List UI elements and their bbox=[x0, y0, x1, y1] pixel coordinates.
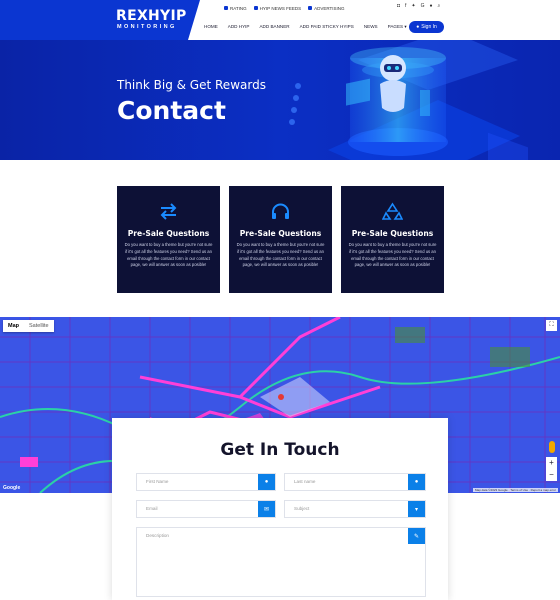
advertising-link[interactable]: ADVERTISING bbox=[308, 5, 345, 11]
last-name-field[interactable]: Last name ● bbox=[284, 473, 426, 491]
nav-pages[interactable]: PAGES ▾ bbox=[388, 24, 407, 30]
tab-map[interactable]: Map bbox=[3, 320, 24, 332]
news-feeds-label: HYIP NEWS FEEDS bbox=[259, 5, 302, 11]
headphones-icon bbox=[272, 203, 289, 219]
tab-satellite[interactable]: Satellite bbox=[24, 320, 54, 332]
recycle-icon bbox=[382, 202, 403, 220]
rating-label: RATING bbox=[230, 5, 247, 11]
nav-add-hyip[interactable]: ADD HYIP bbox=[228, 24, 250, 30]
envelope-icon: ✉ bbox=[258, 501, 275, 517]
instagram-icon[interactable]: ◘ bbox=[397, 3, 400, 9]
hero-title: Contact bbox=[117, 96, 226, 125]
info-card: Pre-Sale Questions Do you want to buy a … bbox=[229, 186, 332, 293]
card-text: Do you want to buy a theme but you're no… bbox=[124, 242, 213, 268]
info-card: Pre-Sale Questions Do you want to buy a … bbox=[341, 186, 444, 293]
social-icons: ◘ f ✦ G ● ⌕ bbox=[397, 3, 440, 9]
email-field[interactable]: Email ✉ bbox=[136, 500, 276, 518]
first-name-field[interactable]: First Name ● bbox=[136, 473, 276, 491]
logo[interactable]: REXHYIP MONITORING bbox=[0, 0, 200, 40]
user-icon: ● bbox=[258, 474, 275, 490]
zoom-out-button[interactable]: − bbox=[546, 469, 557, 481]
main-nav: HOME ADD HYIP ADD BANNER ADD PAID STICKY… bbox=[204, 24, 407, 30]
logo-title: REXHYIP bbox=[116, 8, 187, 24]
subject-select[interactable]: Subject ▾ bbox=[284, 500, 426, 518]
user-icon[interactable]: ● bbox=[430, 3, 433, 9]
zoom-in-button[interactable]: + bbox=[546, 457, 557, 469]
chevron-down-icon: ▾ bbox=[408, 501, 425, 517]
site-header: REXHYIP MONITORING RATING HYIP NEWS FEED… bbox=[0, 0, 560, 40]
hero-banner: Think Big & Get Rewards Contact bbox=[0, 40, 560, 160]
arrows-swap-icon bbox=[160, 203, 177, 220]
card-title: Pre-Sale Questions bbox=[351, 229, 434, 238]
contact-form: Get In Touch First Name ● Last name ● Em… bbox=[112, 418, 448, 600]
description-textarea[interactable]: Description ✎ bbox=[136, 527, 426, 597]
nav-add-banner[interactable]: ADD BANNER bbox=[259, 24, 289, 30]
top-links: RATING HYIP NEWS FEEDS ADVERTISING bbox=[224, 4, 345, 12]
card-title: Pre-Sale Questions bbox=[127, 229, 210, 238]
hero-subtitle: Think Big & Get Rewards bbox=[117, 78, 266, 92]
twitter-icon[interactable]: ✦ bbox=[411, 3, 415, 9]
fullscreen-button[interactable]: ⛶ bbox=[546, 320, 557, 331]
email-placeholder: Email bbox=[146, 506, 158, 511]
sign-in-button[interactable]: ● Sign In bbox=[409, 21, 444, 33]
zoom-controls: + − bbox=[546, 457, 557, 481]
card-text: Do you want to buy a theme but you're no… bbox=[236, 242, 325, 268]
google-logo: Google bbox=[3, 485, 21, 491]
form-title: Get In Touch bbox=[220, 440, 340, 460]
star-icon bbox=[224, 6, 228, 10]
news-feeds-link[interactable]: HYIP NEWS FEEDS bbox=[253, 5, 302, 11]
sign-in-label: Sign In bbox=[421, 24, 437, 30]
logo-subtitle: MONITORING bbox=[117, 24, 177, 30]
robot-illustration bbox=[289, 40, 528, 160]
card-title: Pre-Sale Questions bbox=[239, 229, 322, 238]
last-name-placeholder: Last name bbox=[294, 479, 316, 484]
nav-add-paid-sticky-hyips[interactable]: ADD PAID STICKY HYIPS bbox=[300, 24, 354, 30]
map-type-tabs: Map Satellite bbox=[3, 320, 54, 332]
subject-placeholder: Subject bbox=[294, 506, 310, 511]
google-icon[interactable]: G bbox=[421, 3, 425, 9]
street-view-pegman-icon[interactable] bbox=[549, 441, 555, 453]
megaphone-icon bbox=[308, 6, 313, 10]
description-placeholder: Description bbox=[146, 533, 169, 538]
facebook-icon[interactable]: f bbox=[405, 3, 406, 9]
user-icon: ● bbox=[408, 474, 425, 490]
advertising-label: ADVERTISING bbox=[314, 5, 345, 11]
first-name-placeholder: First Name bbox=[146, 479, 169, 484]
pencil-icon: ✎ bbox=[408, 528, 425, 544]
nav-home[interactable]: HOME bbox=[204, 24, 218, 30]
nav-news[interactable]: NEWS bbox=[364, 24, 378, 30]
rss-icon bbox=[253, 6, 258, 10]
search-icon[interactable]: ⌕ bbox=[438, 3, 441, 9]
user-icon: ● bbox=[416, 24, 420, 30]
card-text: Do you want to buy a theme but you're no… bbox=[348, 242, 437, 268]
map-attribution[interactable]: Map data ©2023 Google · Terms of Use · R… bbox=[472, 488, 558, 492]
info-card: Pre-Sale Questions Do you want to buy a … bbox=[117, 186, 220, 293]
info-cards: Pre-Sale Questions Do you want to buy a … bbox=[117, 186, 445, 293]
rating-link[interactable]: RATING bbox=[224, 6, 247, 11]
